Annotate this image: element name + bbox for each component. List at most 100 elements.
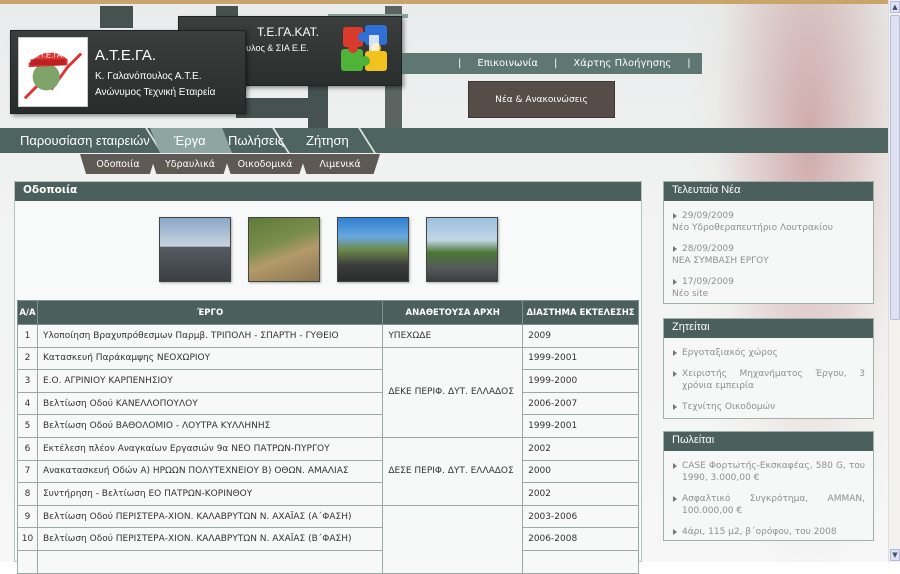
sale-item[interactable]: 4άρι, 115 μ2, β΄ορόφου, του 2008 [664, 526, 873, 538]
news-text: Νέο site [672, 289, 709, 299]
row-period: 2003-2006 [522, 504, 639, 529]
row-authority-empty [382, 504, 524, 574]
row-project: Συντήρηση - Βελτίωση ΕΟ ΠΑΤΡΩΝ-ΚΟΡΙΝΘΟΥ [36, 482, 384, 506]
main-nav: Παρουσίαση εταιρειών Έργα Πωλήσεις Ζήτησ… [0, 128, 888, 153]
content-panel: Οδοποιία Α/Α ΈΡΓΟ ΑΝΑΘΕΤΟΥΣΑ ΑΡΧΗ ΔΙΑΣΤΗ… [14, 181, 642, 574]
col-header-authority: ΑΝΑΘΕΤΟΥΣΑ ΑΡΧΗ [382, 300, 524, 325]
row-period: 1999-2001 [522, 414, 639, 438]
road-photo-thumbnail[interactable] [159, 217, 231, 282]
row-project: Βελτίωση Οδού ΒΑΘΟΛΟΜΙΟ - ΛΟΥΤΡΑ ΚΥΛΛΗΝΗ… [36, 414, 384, 438]
row-authority: ΥΠΕΧΩΔΕ [382, 324, 524, 348]
row-number: 3 [17, 369, 38, 393]
nav-sitemap-link[interactable]: Χάρτης Πλοήγησης [565, 58, 679, 69]
row-project: Βελτίωση Οδού ΚΑΝΕΛΛΟΠΟΥΛΟΥ [36, 391, 384, 416]
table-row: 5 Βελτίωση Οδού ΒΑΘΟΛΟΜΙΟ - ΛΟΥΤΡΑ ΚΥΛΛΗΝ… [17, 414, 639, 438]
news-announcements-button[interactable]: Νέα & Ανακοινώσεις [468, 81, 615, 118]
scroll-down-arrow-icon[interactable]: ▼ [890, 549, 900, 561]
table-row: 1 Υλοποίηση Βραχυπρόθεσμων Παρμβ. ΤΡΙΠΟΛΗ… [17, 324, 639, 348]
top-nav: | Επικοινωνία | Χάρτης Πλοήγησης | [402, 53, 702, 74]
top-accent-line [0, 0, 888, 4]
row-number: 7 [17, 459, 38, 484]
row-number: 2 [17, 346, 38, 371]
main-tab-sales[interactable]: Πωλήσεις [208, 128, 284, 153]
table-row: 6 Εκτέλεση πλέον Αναγκαίων Εργασιών 9α ΝΕ… [17, 436, 639, 506]
table-row: 2 Κατασκευή Παράκαμψης ΝΕΟΧΩΡΙΟΥ ΔΕΚΕ ΠΕΡΙ… [17, 346, 639, 438]
wanted-box: Ζητείται Εργοταξιακός χώρος Χειριστής Μη… [663, 318, 874, 419]
brand-name: Α.Τ.Ε.ΓΑ. [95, 47, 157, 64]
news-date: 17/09/2009 [682, 277, 734, 287]
ategka-logo-box[interactable]: Α.Τ.Ε.ΓΑ. Α.Τ.Ε.ΓΑ. Κ. Γαλανόπουλος Α.Τ.… [10, 30, 246, 114]
deco-block [236, 98, 328, 118]
row-period: 2006-2007 [522, 391, 639, 416]
sale-item[interactable]: CASE Φορτωτής-Εκσκαφέας, 580 G, του 1990… [664, 460, 873, 484]
row-project: Ανακατασκευή Οδών Α) ΗΡΩΩΝ ΠΟΛΥΤΕΧΝΕΙΟΥ … [36, 459, 384, 484]
row-period: 2002 [522, 482, 639, 506]
logo-mark-text: Α.Τ.Ε.ΓΑ. [33, 50, 65, 59]
row-period: 2009 [522, 324, 639, 348]
latest-news-box: Τελευταία Νέα 29/09/2009 Νέο Υδροθεραπευτ… [663, 181, 874, 304]
wanted-item[interactable]: Χειριστής Μηχανήματος Έργου, 3 χρόνια εμ… [664, 368, 873, 392]
content-title: Οδοποιία [15, 182, 641, 201]
deco-block [100, 6, 133, 28]
sub-tab-road-works[interactable]: Οδοποιία [80, 154, 156, 174]
table-row: 7 Ανακατασκευή Οδών Α) ΗΡΩΩΝ ΠΟΛΥΤΕΧΝΕΙΟΥ… [17, 459, 639, 484]
mountain-road-photo-thumbnail[interactable] [337, 217, 409, 282]
row-period: 2006-2008 [522, 527, 639, 551]
nav-contact-link[interactable]: Επικοινωνία [469, 58, 546, 69]
nav-separator: | [687, 58, 691, 69]
news-date: 29/09/2009 [682, 211, 734, 221]
sale-item[interactable]: Ασφαλτικό Συγκρότημα, AMMAN, 100.000,00 … [664, 493, 873, 517]
row-period: 2002 [522, 436, 639, 461]
worker-helmet-icon: Α.Τ.Ε.ΓΑ. [19, 38, 87, 106]
row-project: Εκτέλεση πλέον Αναγκαίων Εργασιών 9α ΝΕΟ… [36, 436, 384, 461]
construction-photo-thumbnail[interactable] [248, 217, 320, 282]
scrollbar-thumb[interactable] [890, 15, 900, 320]
table-row: 3 Ε.Ο. ΑΓΡΙΝΙΟΥ ΚΑΡΠΕΝΗΣΙΟΥ 1999-2000 [17, 369, 639, 393]
row-period: 1999-2001 [522, 346, 639, 371]
row-project: Κατασκευή Παράκαμψης ΝΕΟΧΩΡΙΟΥ [36, 346, 384, 371]
table-row: 9 Βελτίωση Οδού ΠΕΡΙΣΤΕΡΑ-ΧΙΟΝ. ΚΑΛΑΒΡΥΤΩ… [17, 504, 639, 574]
brand2-name: Τ.Ε.ΓΑ.ΚΑΤ. [257, 25, 319, 39]
row-number: 4 [17, 391, 38, 416]
news-item[interactable]: 28/09/2009 ΝΕΑ ΣΥΜΒΑΣΗ ΕΡΓΟΥ [664, 243, 873, 267]
scroll-up-arrow-icon[interactable]: ▲ [890, 1, 900, 13]
row-number: 6 [17, 436, 38, 461]
sub-tab-building[interactable]: Οικοδομικά [224, 154, 306, 174]
highway-photo-thumbnail[interactable] [426, 217, 498, 282]
col-header-period: ΔΙΑΣΤΗΜΑ ΕΚΤΕΛΕΣΗΣ [522, 300, 639, 325]
wanted-title: Ζητείται [664, 319, 873, 338]
row-project: Ε.Ο. ΑΓΡΙΝΙΟΥ ΚΑΡΠΕΝΗΣΙΟΥ [36, 369, 384, 393]
brand-line2: Ανώνυμος Τεχνική Εταιρεία [95, 87, 216, 98]
puzzle-icon [341, 25, 387, 71]
projects-table: Α/Α ΈΡΓΟ ΑΝΑΘΕΤΟΥΣΑ ΑΡΧΗ ΔΙΑΣΤΗΜΑ ΕΚΤΕΛΕ… [17, 300, 639, 574]
wanted-item[interactable]: Τεχνίτης Οικοδομών [664, 401, 873, 413]
for-sale-box: Πωλείται CASE Φορτωτής-Εκσκαφέας, 580 G,… [663, 431, 874, 541]
latest-news-title: Τελευταία Νέα [664, 182, 873, 201]
main-tab-demand[interactable]: Ζήτηση [286, 128, 366, 153]
news-date: 28/09/2009 [682, 244, 734, 254]
row-period: 2000 [522, 459, 639, 484]
wanted-item[interactable]: Εργοταξιακός χώρος [664, 347, 873, 359]
table-row: 10 Βελτίωση Οδού ΠΕΡΙΣΤΕΡΑ-ΧΙΟΝ. ΚΑΛΑΒΡΥΤ… [17, 527, 639, 551]
sub-tab-hydraulic[interactable]: Υδραυλικά [150, 154, 230, 174]
row-number: 1 [17, 324, 38, 348]
row-authority: ΔΕΣΕ ΠΕΡΙΦ. ΔΥΤ. ΕΛΛΑΔΟΣ [382, 436, 524, 506]
row-number: 9 [17, 504, 38, 529]
col-header-number: Α/Α [17, 300, 38, 325]
vertical-scrollbar[interactable]: ▲ ▼ [888, 0, 900, 562]
news-item[interactable]: 29/09/2009 Νέο Υδροθεραπευτήριο Λουτρακίο… [664, 210, 873, 234]
table-row: 8 Συντήρηση - Βελτίωση ΕΟ ΠΑΤΡΩΝ-ΚΟΡΙΝΘΟΥ… [17, 482, 639, 506]
row-project: Υλοποίηση Βραχυπρόθεσμων Παρμβ. ΤΡΙΠΟΛΗ … [36, 324, 384, 348]
main-tab-presentation[interactable]: Παρουσίαση εταιρειών [0, 128, 160, 153]
table-row: 4 Βελτίωση Οδού ΚΑΝΕΛΛΟΠΟΥΛΟΥ 2006-2007 [17, 391, 639, 416]
row-project: Βελτίωση Οδού ΠΕΡΙΣΤΕΡΑ-ΧΙΟΝ. ΚΑΛΑΒΡΥΤΩΝ… [36, 504, 384, 529]
ategka-logo-image: Α.Τ.Ε.ΓΑ. [18, 37, 88, 107]
brand-line1: Κ. Γαλανόπουλος Α.Τ.Ε. [95, 71, 202, 82]
news-item[interactable]: 17/09/2009 Νέο site [664, 276, 873, 300]
row-authority: ΔΕΚΕ ΠΕΡΙΦ. ΔΥΤ. ΕΛΛΑΔΟΣ [382, 346, 524, 438]
nav-separator: | [554, 58, 558, 69]
row-number: 8 [17, 482, 38, 506]
sub-tab-port[interactable]: Λιμενικά [300, 154, 380, 174]
row-project: Βελτίωση Οδού ΠΕΡΙΣΤΕΡΑ-ΧΙΟΝ. ΚΑΛΑΒΡΥΤΩΝ… [36, 527, 384, 551]
for-sale-title: Πωλείται [664, 432, 873, 451]
